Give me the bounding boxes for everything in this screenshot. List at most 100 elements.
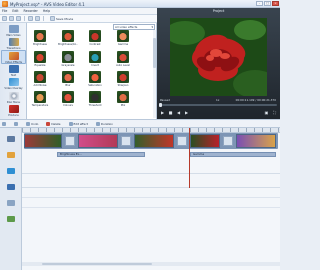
effect-tile[interactable]: Blur (58, 71, 78, 87)
sidebar-item-video-effects[interactable]: Video Effects (1, 50, 26, 64)
effect-tile[interactable]: Brightness/Co.. (58, 30, 78, 46)
minimize-button[interactable]: – (256, 1, 263, 6)
sidebar-item-main-video[interactable]: Main Video (1, 24, 26, 38)
playhead[interactable] (189, 128, 190, 188)
sidebar-item-disc-menu[interactable]: Disc Menu (1, 91, 26, 105)
effect-bar[interactable]: Gamma (190, 152, 276, 157)
menu-help[interactable]: Help (43, 9, 50, 13)
effect-tile[interactable]: Mix (113, 91, 133, 107)
transition-slot[interactable] (121, 136, 131, 146)
menu-edit[interactable]: Edit (12, 9, 18, 13)
video-track (24, 133, 278, 149)
close-button[interactable]: × (272, 1, 279, 6)
effect-thumbnail (117, 51, 129, 63)
effect-tile[interactable]: Auto Level (113, 51, 133, 67)
app-logo-icon (2, 1, 8, 7)
time-current: 00:00:11.109 (235, 98, 255, 102)
effect-thumbnail (62, 51, 74, 63)
delete-button[interactable]: Delete (46, 121, 61, 126)
effect-label: Saturation (88, 84, 102, 87)
video-overlay-icon (8, 78, 19, 86)
video-clip[interactable] (134, 134, 174, 148)
transition-slot[interactable] (177, 136, 187, 146)
transition-slot[interactable] (223, 136, 233, 146)
zoom-out-icon (2, 121, 6, 126)
seek-handle[interactable] (159, 103, 162, 107)
effect-tile[interactable]: Invert (85, 51, 105, 67)
zoom-out-button[interactable] (2, 121, 6, 126)
sidebar-item-produce[interactable]: Produce (1, 104, 26, 118)
fullscreen-icon[interactable]: ⛶ (272, 110, 277, 115)
sidebar-item-label: Video Overlay (4, 87, 23, 90)
time-total: 00:00:21.370 (257, 98, 276, 102)
edit-effect-button[interactable]: Edit effect (68, 121, 88, 126)
timeline-toolbar: Undo Delete Edit effect Duration (0, 119, 280, 128)
timeline-scrollbar[interactable] (22, 262, 280, 266)
effects-scrollbar[interactable] (153, 30, 156, 118)
effect-label: Add Noise (33, 84, 47, 87)
effect-tile[interactable]: Threshold (85, 91, 105, 107)
effect-tile[interactable]: Sharpen (113, 71, 133, 87)
effect-label: Contrast (89, 43, 101, 46)
effect-tile[interactable]: Colours (58, 91, 78, 107)
overlay-track (22, 160, 280, 174)
scrollbar-thumb[interactable] (42, 263, 152, 265)
effect-thumbnail (34, 71, 46, 83)
title-bar: MyProject.vsp* - AVS Video Editor 4.1 – … (0, 0, 280, 8)
effect-tile[interactable]: Add Noise (30, 71, 50, 87)
video-preview[interactable] (170, 18, 267, 96)
timeline: Brightness Ex... Gamma (0, 128, 280, 270)
effect-thumbnail (62, 71, 74, 83)
save-icon[interactable] (16, 16, 21, 21)
previous-frame-icon[interactable]: ◀ (176, 110, 181, 115)
sidebar-item-video-overlay[interactable]: Video Overlay (1, 77, 26, 91)
duration-label: Duration (100, 121, 113, 126)
new-project-icon[interactable] (2, 16, 7, 21)
effect-label: Temperature (31, 104, 49, 107)
effect-thumbnail (117, 91, 129, 103)
undo-button[interactable]: Undo (26, 121, 38, 126)
produce-icon (8, 105, 19, 113)
redo-icon[interactable] (35, 16, 40, 21)
stop-icon[interactable]: ■ (168, 110, 173, 115)
video-clip[interactable] (78, 134, 118, 148)
open-icon[interactable] (9, 16, 14, 21)
zoom-level: 1x (216, 98, 220, 102)
save-movie-button[interactable]: Save Movie (50, 16, 73, 21)
video-track-icon (7, 136, 15, 142)
video-clip[interactable] (190, 134, 220, 148)
snapshot-icon[interactable]: ▣ (264, 110, 269, 115)
menu-file[interactable]: File (2, 9, 7, 13)
music-track-icon (7, 216, 15, 222)
effect-tile[interactable]: Gamma (113, 30, 133, 46)
home-icon (8, 25, 19, 33)
seek-bar[interactable] (159, 103, 277, 107)
effect-tile[interactable]: Equalize (30, 51, 50, 67)
undo-icon[interactable] (28, 16, 33, 21)
transition-slot[interactable] (65, 136, 75, 146)
effect-tile[interactable]: Contrast (85, 30, 105, 46)
video-clip[interactable] (24, 134, 62, 148)
sidebar-item-transitions[interactable]: Transitions (1, 37, 26, 51)
delete-label: Delete (51, 121, 61, 126)
effect-tile[interactable]: Temperature (30, 91, 50, 107)
effect-thumbnail (62, 30, 74, 42)
playback-controls: ▶ ■ ◀ ▶ ▣ ⛶ (160, 108, 277, 116)
video-clip[interactable] (236, 134, 276, 148)
next-frame-icon[interactable]: ▶ (184, 110, 189, 115)
effect-thumbnail (89, 51, 101, 63)
play-icon[interactable]: ▶ (160, 110, 165, 115)
duration-button[interactable]: Duration (95, 121, 113, 126)
music-track (22, 198, 280, 208)
scrollbar-thumb[interactable] (153, 38, 156, 68)
effect-tile[interactable]: Grayscale (58, 51, 78, 67)
effect-bar[interactable]: Brightness Ex... (57, 152, 145, 157)
effect-tile[interactable]: Brightness (30, 30, 50, 46)
maximize-button[interactable]: □ (264, 1, 271, 6)
sidebar-item-text[interactable]: Text (1, 64, 26, 78)
menu-recorder[interactable]: Recorder (24, 9, 38, 13)
effect-tile[interactable]: Saturation (85, 71, 105, 87)
effect-thumbnail (34, 91, 46, 103)
zoom-in-button[interactable] (14, 121, 18, 126)
sidebar-item-label: Produce (8, 114, 19, 117)
